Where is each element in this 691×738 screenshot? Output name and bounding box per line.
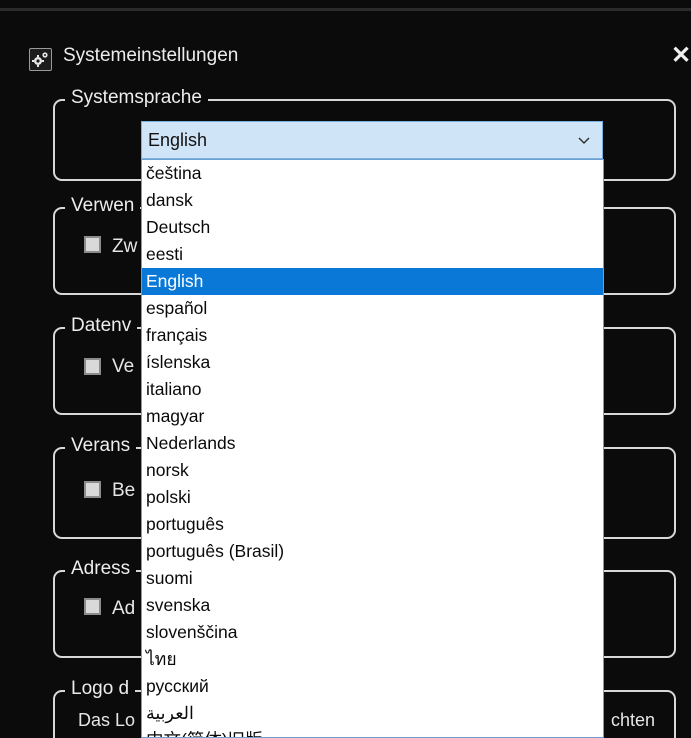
- language-option[interactable]: português (Brasil): [142, 538, 603, 565]
- usage-checkbox-label: Zw: [112, 236, 138, 257]
- address-checkbox-label: Ad: [112, 598, 136, 619]
- language-option[interactable]: eesti: [142, 241, 603, 268]
- events-checkbox[interactable]: [84, 481, 101, 498]
- language-option[interactable]: Deutsch: [142, 214, 603, 241]
- close-icon[interactable]: ✕: [671, 44, 691, 68]
- window-title: Systemeinstellungen: [63, 45, 239, 66]
- group-title-usage: Verwen: [65, 195, 141, 217]
- group-title-events: Verans: [65, 435, 137, 457]
- logo-text-right: chten: [611, 710, 656, 730]
- chevron-down-icon[interactable]: [576, 132, 592, 148]
- language-option[interactable]: dansk: [142, 187, 603, 214]
- logo-text-left: Das Lo: [78, 710, 136, 730]
- language-option[interactable]: suomi: [142, 565, 603, 592]
- language-dropdown-list[interactable]: čeština dansk Deutsch eesti English español fr…: [141, 159, 604, 738]
- language-option[interactable]: čeština: [142, 160, 603, 187]
- language-option[interactable]: magyar: [142, 403, 603, 430]
- gear-icon: [29, 48, 52, 71]
- group-title-system-language: Systemsprache: [65, 87, 208, 109]
- language-option[interactable]: English: [142, 268, 603, 295]
- data-checkbox-label: Ve: [112, 356, 135, 377]
- data-checkbox[interactable]: [84, 358, 101, 375]
- language-option[interactable]: svenska: [142, 592, 603, 619]
- group-title-address: Adress: [65, 558, 137, 580]
- language-option[interactable]: íslenska: [142, 349, 603, 376]
- language-option[interactable]: русский: [142, 673, 603, 700]
- group-title-data: Datenv: [65, 315, 138, 337]
- address-checkbox[interactable]: [84, 598, 101, 615]
- language-option[interactable]: polski: [142, 484, 603, 511]
- language-option[interactable]: العربية: [142, 700, 603, 727]
- language-option[interactable]: 中文(简体)旧版: [142, 727, 603, 737]
- language-option[interactable]: slovenščina: [142, 619, 603, 646]
- language-option[interactable]: español: [142, 295, 603, 322]
- language-select[interactable]: English: [141, 121, 603, 159]
- group-title-logo: Logo d: [65, 678, 136, 700]
- language-option[interactable]: norsk: [142, 457, 603, 484]
- settings-window: Systemeinstellungen ✕ Systemsprache Verw…: [0, 0, 691, 738]
- language-option[interactable]: italiano: [142, 376, 603, 403]
- language-select-value: English: [148, 130, 208, 150]
- events-checkbox-label: Be: [112, 480, 136, 501]
- title-bar: Systemeinstellungen ✕: [0, 8, 691, 89]
- usage-checkbox[interactable]: [84, 236, 101, 253]
- language-option[interactable]: português: [142, 511, 603, 538]
- language-option[interactable]: Nederlands: [142, 430, 603, 457]
- language-option[interactable]: ไทย: [142, 646, 603, 673]
- language-option[interactable]: français: [142, 322, 603, 349]
